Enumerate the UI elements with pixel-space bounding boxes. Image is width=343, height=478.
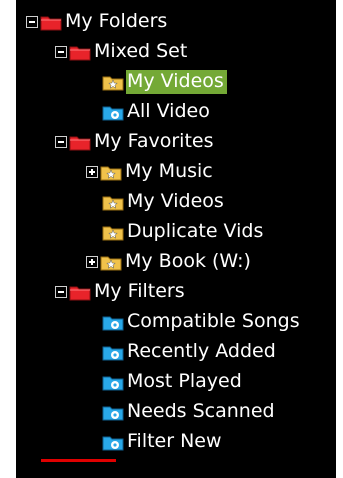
blue-gear-folder-icon: [102, 403, 124, 421]
tree-item-filter-new[interactable]: Filter New: [102, 427, 225, 457]
tree-item-label: My Folders: [65, 10, 168, 32]
tree-item-label: My Book (W:): [125, 250, 251, 272]
red-folder-icon: [40, 13, 62, 31]
tree-item-label: Recently Added: [127, 340, 276, 362]
tree-item-label: My Favorites: [94, 130, 214, 152]
expand-toggle-icon[interactable]: [86, 166, 98, 178]
tree-item-label: Filter New: [127, 430, 222, 452]
gold-star-folder-icon: [102, 223, 124, 241]
tree-item-label: Most Played: [127, 370, 242, 392]
tree-item-label: My Videos: [126, 70, 227, 94]
tree-item-my-filters[interactable]: My Filters: [55, 277, 188, 307]
blue-gear-folder-icon: [102, 313, 124, 331]
tree-item-label: My Filters: [94, 280, 185, 302]
tree-item-most-played[interactable]: Most Played: [102, 367, 245, 397]
gold-star-folder-icon: [100, 253, 122, 271]
collapse-toggle-icon[interactable]: [55, 286, 67, 298]
expand-toggle-icon[interactable]: [86, 256, 98, 268]
tree-item-my-videos[interactable]: My Videos: [102, 187, 227, 217]
tree-item-my-music[interactable]: My Music: [86, 157, 216, 187]
tree-item-all-video[interactable]: All Video: [102, 97, 213, 127]
tree-item-my-videos-selected[interactable]: My Videos: [102, 67, 227, 97]
blue-gear-folder-icon: [102, 433, 124, 451]
collapse-toggle-icon[interactable]: [55, 46, 67, 58]
tree-item-needs-scanned[interactable]: Needs Scanned: [102, 397, 278, 427]
red-folder-icon: [69, 43, 91, 61]
collapse-toggle-icon[interactable]: [26, 16, 38, 28]
red-folder-icon: [69, 283, 91, 301]
tree-item-my-book[interactable]: My Book (W:): [86, 247, 254, 277]
tree-item-mixed-set[interactable]: Mixed Set: [55, 37, 190, 67]
tree-item-label: Needs Scanned: [127, 400, 275, 422]
blue-gear-folder-icon: [102, 103, 124, 121]
tree-item-compatible-songs[interactable]: Compatible Songs: [102, 307, 303, 337]
tree-item-label: Duplicate Vids: [127, 220, 264, 242]
tree-item-my-folders[interactable]: My Folders: [26, 7, 170, 37]
red-folder-icon: [69, 133, 91, 151]
gold-star-folder-icon: [102, 193, 124, 211]
collapse-toggle-icon[interactable]: [55, 136, 67, 148]
tree-item-label: My Music: [125, 160, 213, 182]
tree-item-label: Mixed Set: [94, 40, 188, 62]
folder-tree-panel: My Folders Mixed Set My Videos All Video…: [16, 0, 336, 478]
tree-item-label: Compatible Songs: [127, 310, 300, 332]
tree-item-label: My Videos: [127, 190, 224, 212]
gold-star-folder-icon: [102, 73, 124, 91]
blue-gear-folder-icon: [102, 343, 124, 361]
tree-item-my-favorites[interactable]: My Favorites: [55, 127, 217, 157]
blue-gear-folder-icon: [102, 373, 124, 391]
gold-star-folder-icon: [100, 163, 122, 181]
tree-item-recently-added[interactable]: Recently Added: [102, 337, 279, 367]
tree-item-duplicate-vids[interactable]: Duplicate Vids: [102, 217, 266, 247]
red-underline-marker: [41, 459, 116, 462]
tree-item-label: All Video: [127, 100, 210, 122]
